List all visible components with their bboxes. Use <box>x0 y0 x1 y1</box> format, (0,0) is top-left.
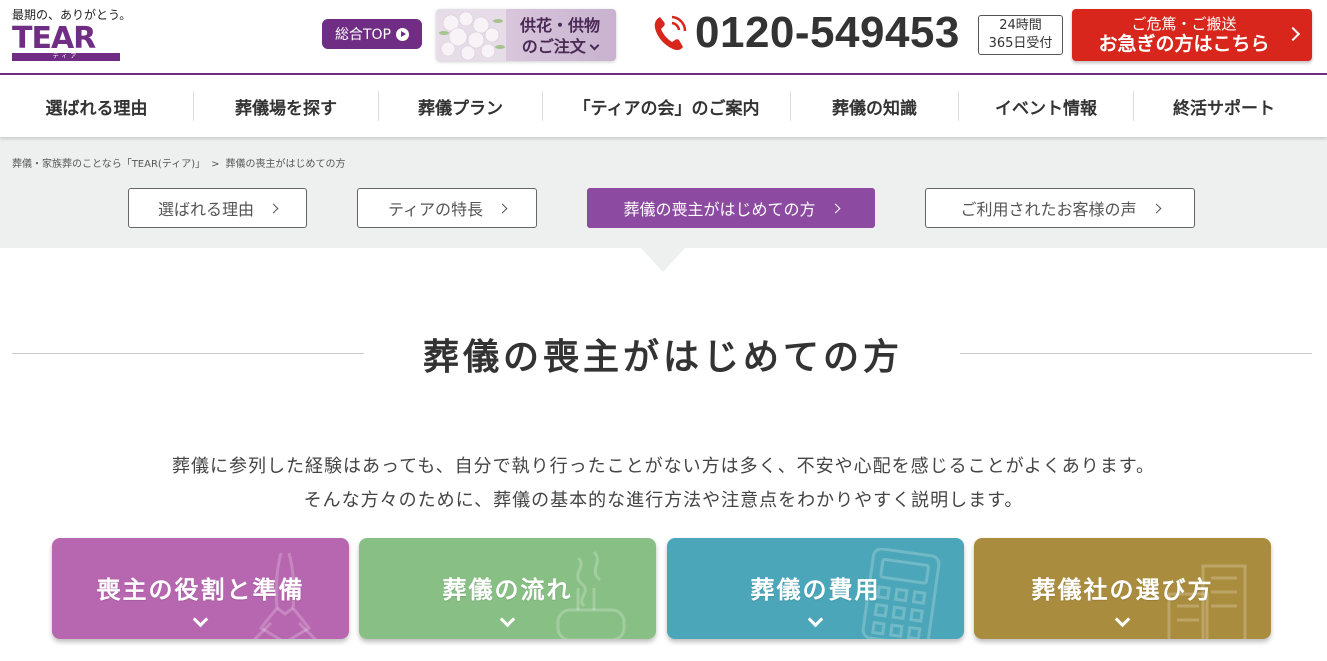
flower-order-button[interactable]: 供花・供物 のご注文 <box>436 9 616 61</box>
urgent-line-1: ご危篤・ご搬送 <box>1131 15 1237 33</box>
nav-item-events[interactable]: イベント情報 <box>959 91 1134 121</box>
card-choosing-funeral-company[interactable]: 葬儀社の選び方 <box>974 538 1271 639</box>
play-circle-icon <box>396 27 409 41</box>
chevron-right-icon <box>497 203 508 213</box>
card-label: 葬儀の流れ <box>442 576 573 604</box>
flower-order-label: 供花・供物 のご注文 <box>519 16 600 56</box>
hours-badge: 24時間 365日受付 <box>978 15 1063 55</box>
card-chief-mourner-role[interactable]: 喪主の役割と準備 <box>52 538 349 639</box>
flower-bouquet-icon <box>436 9 506 61</box>
general-top-button[interactable]: 総合TOP <box>322 19 422 49</box>
nav-item-knowledge[interactable]: 葬儀の知識 <box>791 91 959 121</box>
card-label: 喪主の役割と準備 <box>96 576 305 604</box>
chevron-right-icon <box>1151 203 1161 213</box>
nav-item-tear-club[interactable]: 「ティアの会」のご案内 <box>543 91 791 121</box>
subnav-features-button[interactable]: ティアの特長 <box>357 188 537 228</box>
logo-wordmark: TEAR <box>12 21 96 56</box>
intro-line-1: 葬儀に参列した経験はあっても、自分で執り行ったことがない方は多く、不安や心配を感… <box>172 456 1155 477</box>
site-header: 最期の、ありがとう。 TEAR ティア 総合TOP 供花・供物 のご注文 012… <box>0 0 1327 75</box>
logo-subtitle: ティア <box>12 53 120 61</box>
breadcrumb-home-link[interactable]: 葬儀・家族葬のことなら「TEAR(ティア)」 <box>12 159 205 170</box>
card-funeral-flow[interactable]: 葬儀の流れ <box>359 538 656 639</box>
phone-icon <box>654 15 687 51</box>
intro-text: 葬儀に参列した経験はあっても、自分で執り行ったことがない方は多く、不安や心配を感… <box>0 450 1327 518</box>
general-top-label: 総合TOP <box>334 27 391 43</box>
breadcrumb: 葬儀・家族葬のことなら「TEAR(ティア)」 > 葬儀の喪主がはじめての方 <box>12 155 346 170</box>
main-nav: 選ばれる理由 葬儀場を探す 葬儀プラン 「ティアの会」のご案内 葬儀の知識 イベ… <box>0 75 1327 137</box>
subnav-reasons-button[interactable]: 選ばれる理由 <box>128 188 307 228</box>
title-rule-left <box>12 353 364 354</box>
site-logo[interactable]: 最期の、ありがとう。 TEAR ティア <box>12 6 131 64</box>
card-label: 葬儀社の選び方 <box>1031 576 1214 604</box>
urgent-contact-button[interactable]: ご危篤・ご搬送 お急ぎの方はこちら <box>1072 9 1312 61</box>
nav-item-end-of-life-support[interactable]: 終活サポート <box>1134 91 1314 121</box>
card-label: 葬儀の費用 <box>750 576 881 604</box>
nav-item-reasons[interactable]: 選ばれる理由 <box>0 91 194 121</box>
nav-item-plans[interactable]: 葬儀プラン <box>379 91 543 121</box>
page-title: 葬儀の喪主がはじめての方 <box>422 337 903 378</box>
subnav-first-time-button[interactable]: 葬儀の喪主がはじめての方 <box>587 188 875 228</box>
card-funeral-cost[interactable]: 葬儀の費用 <box>667 538 964 639</box>
breadcrumb-separator: > <box>211 159 220 170</box>
intro-line-2: そんな方々のために、葬儀の基本的な進行方法や注意点をわかりやすく説明します。 <box>303 490 1024 511</box>
chevron-down-icon <box>499 611 515 628</box>
chevron-down-icon <box>589 40 600 51</box>
breadcrumb-current: 葬儀の喪主がはじめての方 <box>225 159 346 170</box>
urgent-line-2: お急ぎの方はこちら <box>1098 33 1270 55</box>
band-pointer <box>641 248 685 272</box>
chevron-right-icon <box>268 203 279 213</box>
chevron-down-icon <box>192 611 208 628</box>
breadcrumb-band: 葬儀・家族葬のことなら「TEAR(ティア)」 > 葬儀の喪主がはじめての方 選ばれる… <box>0 137 1327 248</box>
chevron-right-icon <box>830 203 840 213</box>
chevron-down-icon <box>1114 611 1130 628</box>
subnav-testimonials-button[interactable]: ご利用されたお客様の声 <box>925 188 1195 228</box>
title-rule-right <box>960 353 1312 354</box>
nav-item-find-hall[interactable]: 葬儀場を探す <box>194 91 379 121</box>
phone-number[interactable]: 0120-549453 <box>695 8 960 58</box>
chevron-down-icon <box>807 611 823 628</box>
